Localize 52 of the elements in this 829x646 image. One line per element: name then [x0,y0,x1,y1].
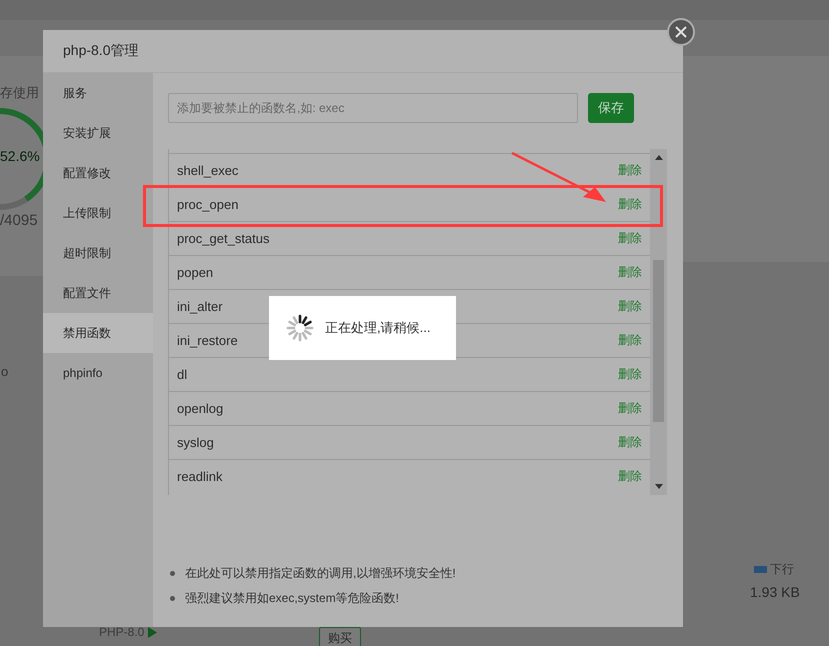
sidebar-item[interactable]: 服务 [43,73,153,113]
delete-link[interactable]: 删除 [618,366,642,383]
function-name: ini_alter [177,299,223,314]
sidebar-item[interactable]: 配置修改 [43,153,153,193]
delete-link[interactable]: 删除 [618,264,642,281]
memory-label: 存使用 [0,84,39,102]
delete-link[interactable]: 删除 [618,400,642,417]
delete-link[interactable]: 删除 [618,332,642,349]
modal-title: php-8.0管理 [63,42,138,60]
note-text: 强烈建议禁用如exec,system等危险函数! [185,590,400,607]
memory-percent: 52.6% [0,148,40,164]
function-name: proc_open [177,197,238,212]
buy-button[interactable]: 购买 [319,627,361,646]
bullet-icon [170,571,175,576]
sidebar-item[interactable]: phpinfo [43,353,153,393]
function-name: dl [177,367,188,382]
loading-message: 正在处理,请稍候... [325,319,430,337]
scrollbar[interactable] [650,149,667,495]
function-name: popen [177,265,214,280]
function-name: readlink [177,469,223,484]
delete-link[interactable]: 删除 [618,230,642,247]
note-text: 在此处可以禁用指定函数的调用,以增强环境安全性! [185,565,456,582]
play-icon [148,626,158,638]
scroll-down-icon[interactable] [654,484,662,489]
function-name: openlog [177,401,224,416]
legend-swatch-icon [754,566,767,573]
function-name: ini_restore [177,333,238,348]
legend-label: 下行 [770,561,794,578]
close-icon[interactable] [675,26,687,38]
function-name: syslog [177,435,214,450]
memory-total: /4095 [0,212,38,229]
delete-link[interactable]: 删除 [618,196,642,213]
delete-link[interactable]: 删除 [618,162,642,179]
sidebar-item[interactable]: 超时限制 [43,233,153,273]
sidebar-item[interactable]: 配置文件 [43,273,153,313]
scrollbar-thumb[interactable] [653,260,664,422]
sidebar-item[interactable]: 禁用函数 [43,313,153,353]
sidebar-item[interactable]: 上传限制 [43,193,153,233]
scroll-up-icon[interactable] [654,155,662,160]
sidebar-item[interactable]: 安装扩展 [43,113,153,153]
download-value: 1.93 KB [750,584,800,600]
function-name: proc_get_status [177,231,270,246]
delete-link[interactable]: 删除 [618,468,642,485]
function-name-field[interactable]: 添加要被禁止的函数名,如: exec [168,93,578,123]
side-text: o [1,364,8,379]
spinner-icon [285,313,315,343]
delete-link[interactable]: 删除 [618,298,642,315]
delete-link[interactable]: 删除 [618,434,642,451]
close-button[interactable] [667,18,695,46]
save-button[interactable]: 保存 [588,93,634,123]
bullet-icon [170,596,175,601]
function-name: shell_exec [177,163,238,178]
